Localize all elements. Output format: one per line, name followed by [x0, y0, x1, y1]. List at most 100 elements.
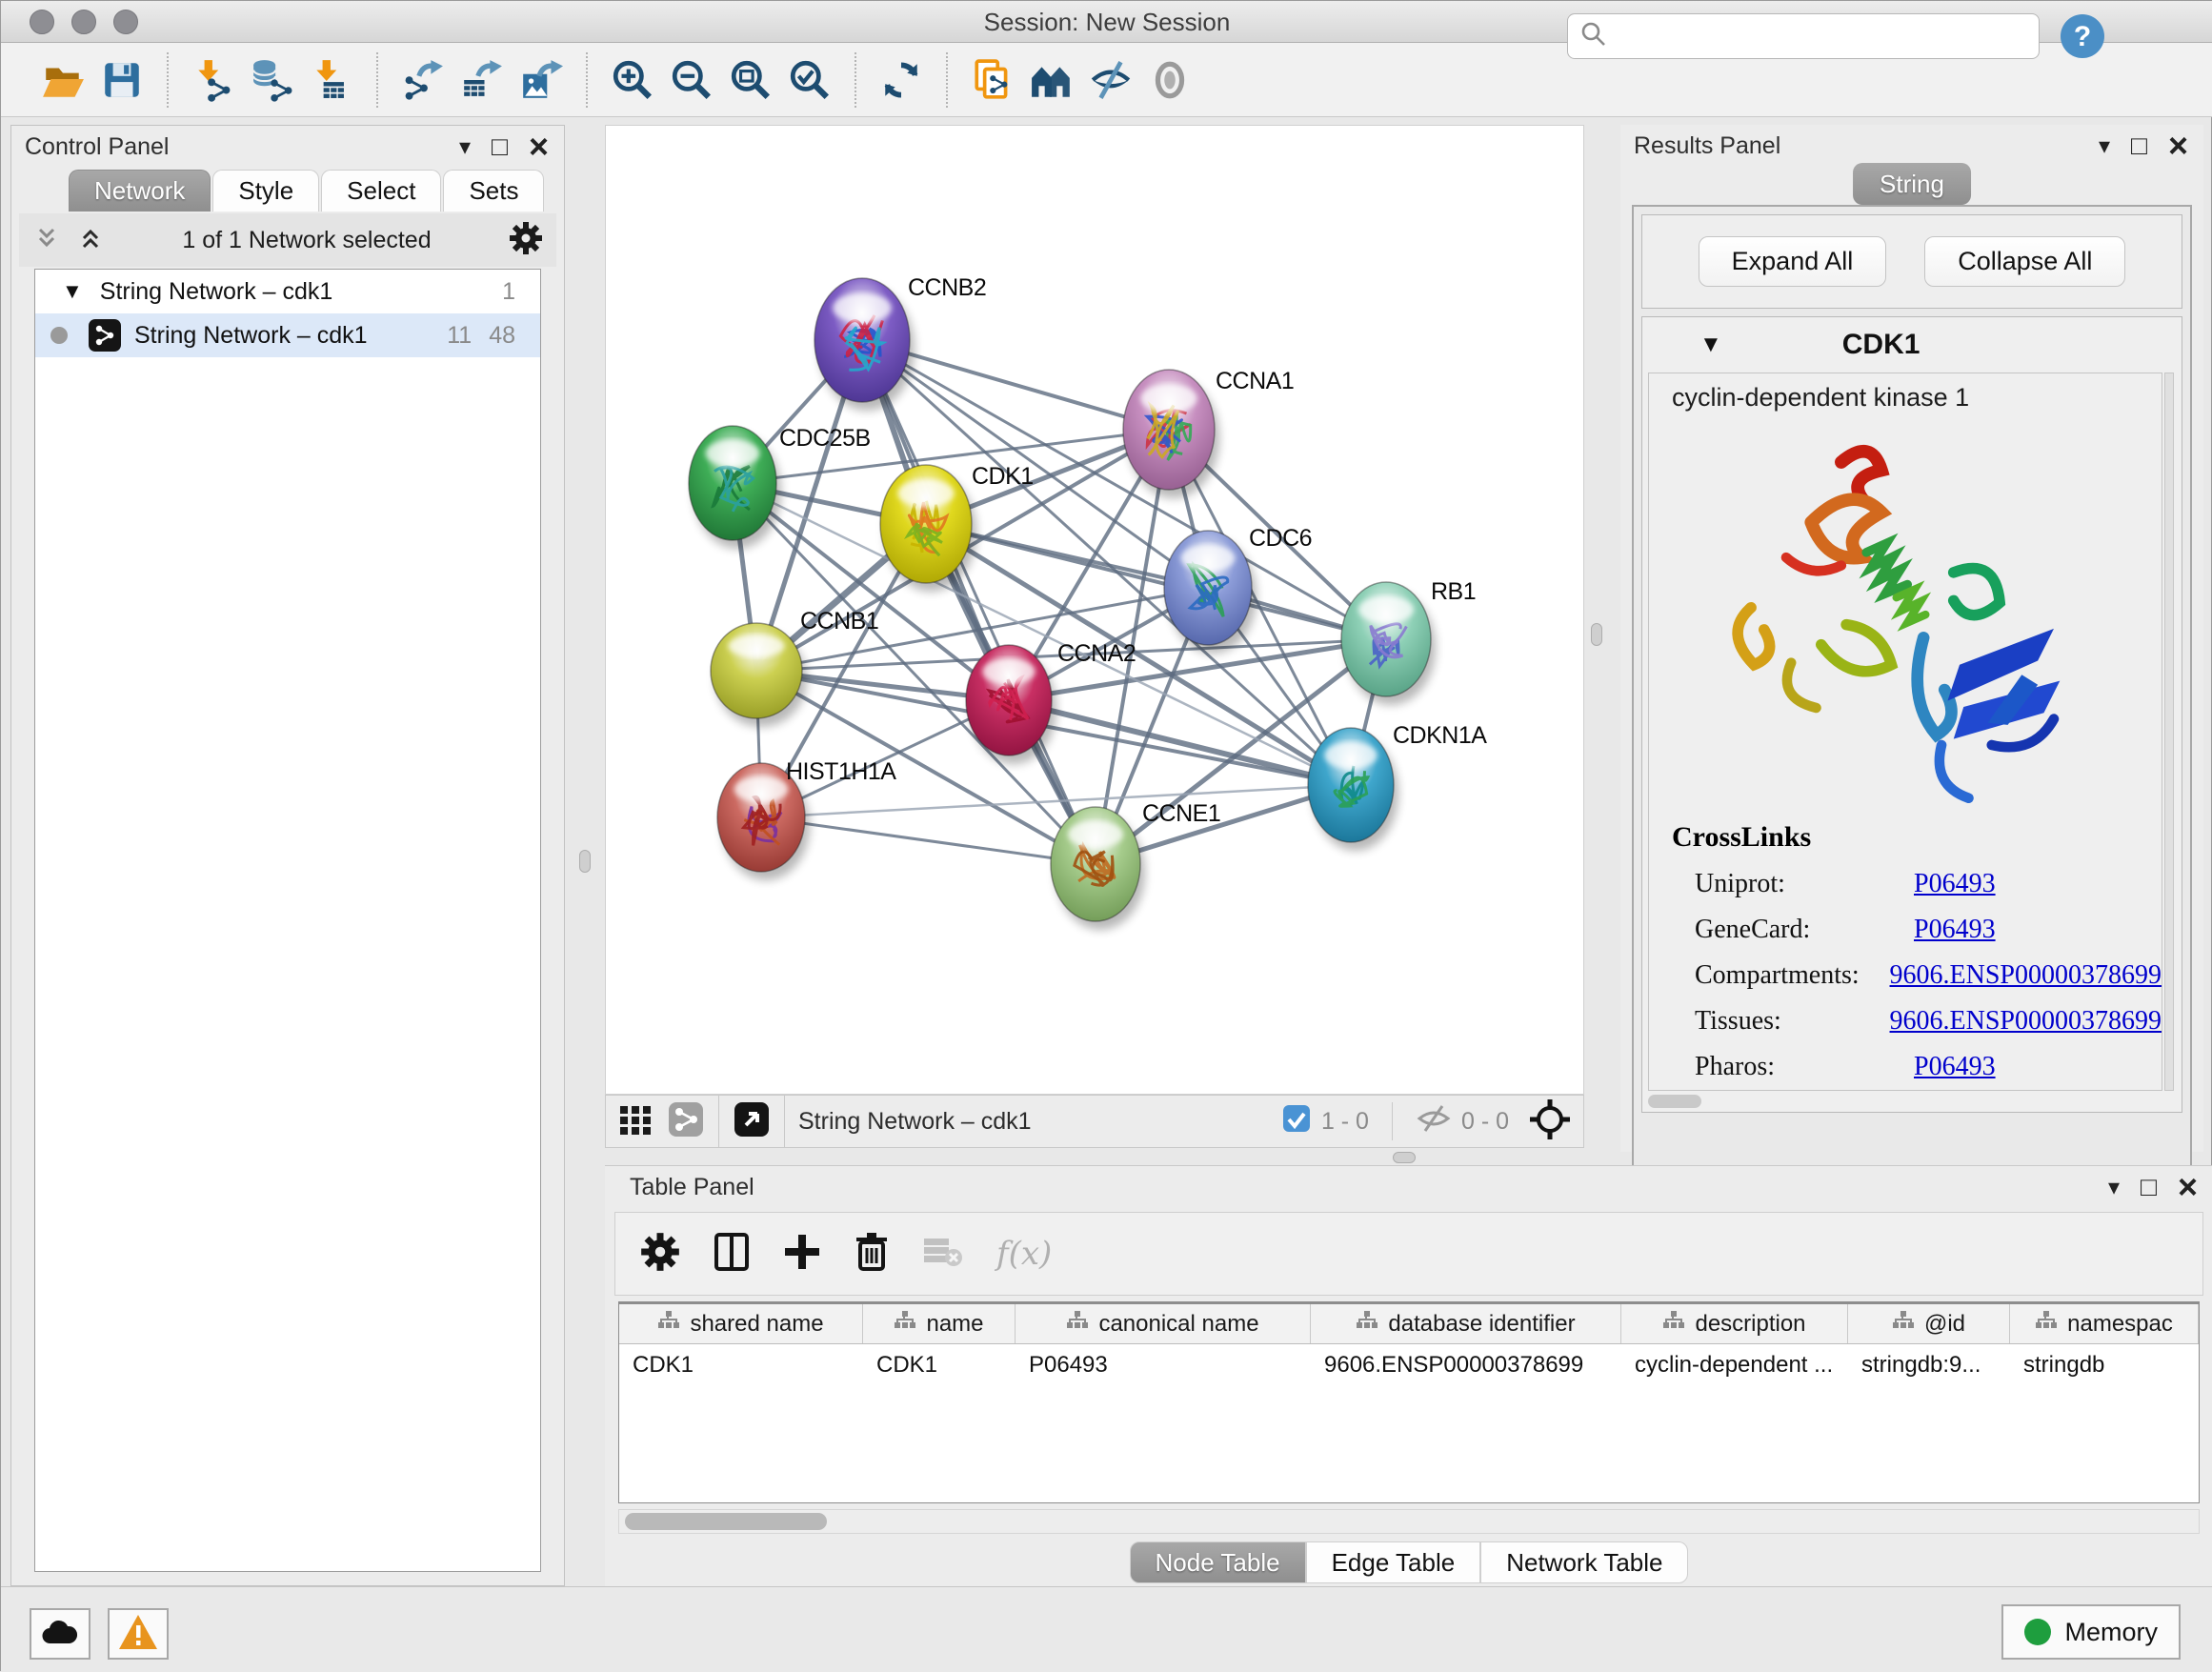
network-node-CCNE1[interactable]: CCNE1: [1051, 800, 1220, 930]
cloud-status-button[interactable]: [30, 1608, 90, 1660]
results-vertical-scrollbar[interactable]: [2164, 373, 2174, 1091]
zoom-selected-button[interactable]: [780, 50, 839, 110]
hide-selected-button[interactable]: [1081, 50, 1140, 110]
network-edge-CCNE1-HIST1H1A[interactable]: [761, 817, 1096, 864]
column-header-databaseidentifier[interactable]: database identifier: [1311, 1304, 1621, 1343]
zoom-in-button[interactable]: [603, 50, 662, 110]
memory-button[interactable]: Memory: [2001, 1604, 2181, 1660]
table-cell[interactable]: P06493: [1016, 1344, 1311, 1386]
network-node-CCNA1[interactable]: CCNA1: [1123, 368, 1294, 498]
tab-network[interactable]: Network: [69, 170, 211, 212]
first-neighbors-button[interactable]: [1022, 50, 1081, 110]
hidden-eye-icon[interactable]: [1416, 1103, 1452, 1140]
table-cell[interactable]: stringdb:9...: [1848, 1344, 2010, 1386]
network-node-CDKN1A[interactable]: CDKN1A: [1308, 722, 1487, 851]
zoom-out-button[interactable]: [662, 50, 721, 110]
refresh-button[interactable]: [872, 50, 931, 110]
tab-node-table[interactable]: Node Table: [1130, 1541, 1306, 1583]
table-horizontal-scrollbar[interactable]: [618, 1509, 2200, 1534]
gear-icon[interactable]: [509, 221, 543, 260]
panel-close-icon[interactable]: ×: [2168, 133, 2188, 158]
network-node-RB1[interactable]: RB1: [1341, 578, 1476, 705]
selected-checkbox-icon[interactable]: [1281, 1103, 1312, 1140]
scrollbar-thumb[interactable]: [625, 1513, 827, 1530]
network-edge-CDK1-RB1[interactable]: [926, 524, 1386, 639]
collapse-all-icon[interactable]: [32, 224, 61, 257]
column-header-name[interactable]: name: [863, 1304, 1016, 1343]
network-node-CDK1[interactable]: CDK1: [880, 463, 1034, 592]
results-tab-string[interactable]: String: [1853, 163, 1971, 205]
tab-style[interactable]: Style: [212, 170, 319, 212]
tab-edge-table[interactable]: Edge Table: [1306, 1541, 1481, 1583]
collapse-all-button[interactable]: Collapse All: [1924, 236, 2125, 287]
detach-view-icon[interactable]: [733, 1100, 771, 1143]
panel-float-icon[interactable]: □: [492, 131, 508, 162]
network-node-CCNA2[interactable]: CCNA2: [966, 640, 1136, 764]
open-session-button[interactable]: [33, 50, 92, 110]
column-header-canonicalname[interactable]: canonical name: [1016, 1304, 1311, 1343]
create-column-plus-icon[interactable]: [783, 1231, 821, 1278]
network-share-view-icon[interactable]: [667, 1100, 705, 1143]
table-cell[interactable]: stringdb: [2010, 1344, 2199, 1386]
gene-collapse-icon[interactable]: ▼: [1699, 332, 1722, 358]
help-button[interactable]: ?: [2059, 12, 2106, 60]
column-header-id[interactable]: @id: [1848, 1304, 2010, 1343]
panel-close-icon[interactable]: ×: [2178, 1175, 2198, 1199]
table-cell[interactable]: CDK1: [619, 1344, 863, 1386]
export-image-button[interactable]: [512, 50, 571, 110]
search-input[interactable]: [1608, 23, 2027, 50]
import-network-database-button[interactable]: [243, 50, 302, 110]
zoom-fit-button[interactable]: [721, 50, 780, 110]
search-field[interactable]: [1567, 13, 2040, 59]
horizontal-splitter-handle[interactable]: [1393, 1152, 1416, 1163]
crosslink-link[interactable]: P06493: [1914, 1052, 1996, 1082]
column-header-namespac[interactable]: namespac: [2010, 1304, 2199, 1343]
left-splitter-handle[interactable]: [579, 850, 591, 873]
network-node-CDC6[interactable]: CDC6: [1164, 525, 1312, 654]
column-header-sharedname[interactable]: shared name: [619, 1304, 863, 1343]
collection-expand-icon[interactable]: ▼: [62, 279, 83, 304]
network-node-CCNB1[interactable]: CCNB1: [711, 608, 878, 727]
network-node-CCNB2[interactable]: CCNB2: [814, 274, 986, 411]
table-row[interactable]: CDK1CDK1P064939606.ENSP00000378699cyclin…: [619, 1344, 2199, 1386]
table-cell[interactable]: cyclin-dependent ...: [1621, 1344, 1848, 1386]
table-cell[interactable]: 9606.ENSP00000378699: [1311, 1344, 1621, 1386]
network-node-HIST1H1A[interactable]: HIST1H1A: [717, 758, 896, 880]
panel-float-icon[interactable]: □: [2141, 1172, 2157, 1202]
panel-menu-icon[interactable]: ▾: [2099, 132, 2110, 160]
crosslink-link[interactable]: 9606.ENSP00000378699: [1890, 1006, 2162, 1037]
network-grid-view-icon[interactable]: [617, 1101, 654, 1142]
table-settings-gear-icon[interactable]: [640, 1232, 680, 1277]
results-horizontal-scrollbar[interactable]: [1648, 1095, 1701, 1108]
tab-sets[interactable]: Sets: [443, 170, 544, 212]
crosslink-link[interactable]: P06493: [1914, 915, 1996, 945]
export-network-button[interactable]: [393, 50, 452, 110]
crosslink-link[interactable]: 9606.ENSP00000378699: [1890, 960, 2162, 991]
new-network-from-selection-button[interactable]: [963, 50, 1022, 110]
warning-status-button[interactable]: [108, 1608, 169, 1660]
panel-float-icon[interactable]: □: [2131, 131, 2147, 161]
expand-all-button[interactable]: Expand All: [1699, 236, 1887, 287]
delete-column-trash-icon[interactable]: [854, 1231, 890, 1278]
fit-crosshair-icon[interactable]: [1528, 1098, 1572, 1146]
network-view-canvas[interactable]: CCNB2 CCNA1 CDC25BCDK1 CDC6RB1 CCNB1 CCNA2 CDK…: [605, 125, 1584, 1095]
network-collection-row[interactable]: ▼ String Network – cdk1 1: [35, 270, 540, 313]
table-cell[interactable]: CDK1: [863, 1344, 1016, 1386]
crosslink-link[interactable]: P06493: [1914, 869, 1996, 899]
export-table-button[interactable]: [452, 50, 512, 110]
import-network-file-button[interactable]: [184, 50, 243, 110]
expand-all-icon[interactable]: [76, 224, 105, 257]
panel-menu-icon[interactable]: ▾: [2108, 1174, 2120, 1201]
column-header-description[interactable]: description: [1621, 1304, 1848, 1343]
show-columns-icon[interactable]: [713, 1231, 751, 1278]
network-row[interactable]: String Network – cdk1 11 48: [35, 313, 540, 357]
show-all-button[interactable]: [1140, 50, 1199, 110]
right-splitter-handle[interactable]: [1591, 623, 1602, 646]
panel-close-icon[interactable]: ×: [529, 134, 549, 159]
tab-network-table[interactable]: Network Table: [1480, 1541, 1688, 1583]
import-table-file-button[interactable]: [302, 50, 361, 110]
network-node-CDC25B[interactable]: CDC25B: [689, 425, 871, 549]
tab-select[interactable]: Select: [321, 170, 441, 212]
panel-menu-icon[interactable]: ▾: [459, 133, 471, 161]
save-session-button[interactable]: [92, 50, 151, 110]
